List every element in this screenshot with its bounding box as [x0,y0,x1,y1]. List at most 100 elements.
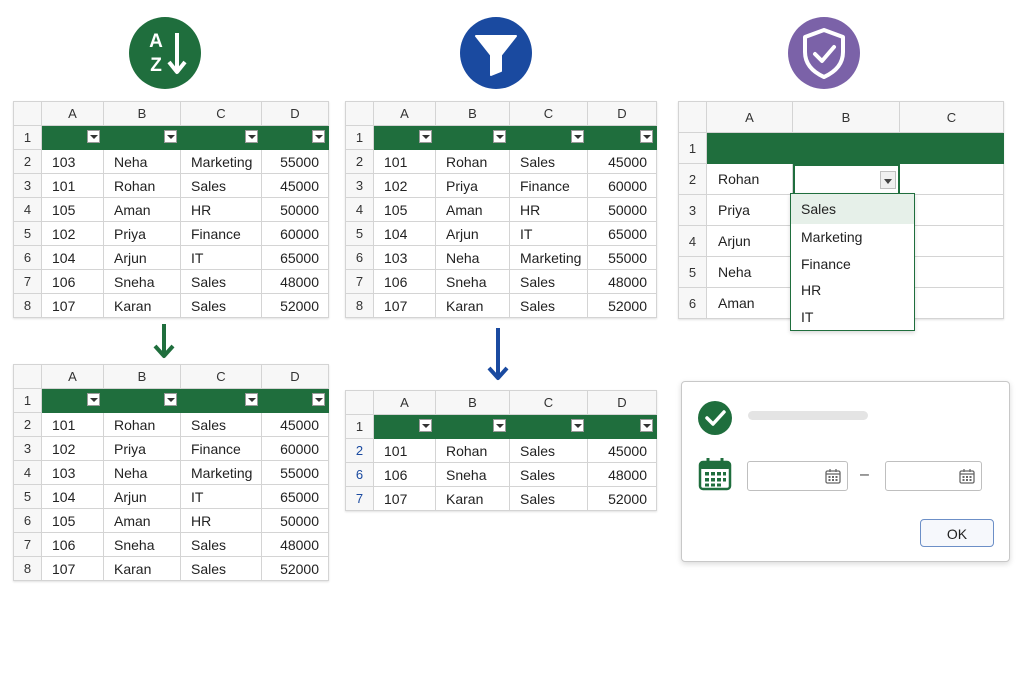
cell-name[interactable]: Karan [103,556,181,581]
cell-department[interactable]: HR [509,197,588,222]
cell-id[interactable]: 101 [373,438,436,463]
cell-salary[interactable]: 52000 [587,486,657,511]
filter-dropdown-button[interactable] [640,419,653,432]
column-header-a[interactable]: A [706,101,793,133]
row-header[interactable]: 4 [13,460,42,485]
cell-salary[interactable]: 45000 [587,438,657,463]
cell-name[interactable]: Priya [435,173,510,198]
cell-department[interactable]: IT [180,245,262,270]
cell-salary[interactable]: 48000 [261,269,329,294]
column-header-a[interactable]: A [373,390,436,415]
filter-dropdown-button[interactable] [571,419,584,432]
row-header[interactable]: 3 [13,436,42,461]
cell-empty[interactable] [899,163,1004,195]
cell-id[interactable]: 105 [41,197,104,222]
cell-department[interactable]: Sales [180,532,262,557]
row-header[interactable]: 6 [678,287,707,319]
cell-salary[interactable]: 48000 [587,269,657,294]
cell-name[interactable]: Karan [103,293,181,318]
cell-name[interactable]: Karan [435,486,510,511]
header-cell[interactable] [180,125,262,150]
row-header[interactable]: 2 [13,149,42,174]
filter-dropdown-button[interactable] [312,393,325,406]
cell-name[interactable]: Arjun [706,225,793,257]
cell-department[interactable]: Sales [180,173,262,198]
filter-dropdown-button[interactable] [245,393,258,406]
cell-salary[interactable]: 65000 [587,221,657,246]
cell-id[interactable]: 102 [373,173,436,198]
row-header[interactable]: 6 [345,245,374,270]
cell-id[interactable]: 105 [41,508,104,533]
row-header[interactable]: 7 [345,486,374,511]
header-cell[interactable] [103,388,181,413]
cell-id[interactable]: 103 [41,460,104,485]
cell-name[interactable]: Aman [706,287,793,319]
header-cell[interactable] [103,125,181,150]
row-header[interactable]: 4 [13,197,42,222]
row-header[interactable]: 6 [13,245,42,270]
cell-salary[interactable]: 45000 [261,412,329,437]
row-header[interactable]: 1 [13,125,42,150]
cell-name[interactable]: Rohan [706,163,793,195]
column-header-d[interactable]: D [587,390,657,415]
cell-id[interactable]: 101 [41,173,104,198]
cell-department[interactable]: Finance [180,221,262,246]
cell-name[interactable]: Neha [103,460,181,485]
column-header-c[interactable]: C [180,101,262,126]
row-header[interactable]: 6 [345,462,374,487]
cell-department[interactable]: Sales [509,269,588,294]
validation-dropdown-list[interactable]: Sales Marketing Finance HR IT [790,193,915,331]
cell-empty[interactable] [899,225,1004,257]
row-header[interactable]: 8 [13,556,42,581]
cell-id[interactable]: 104 [373,221,436,246]
dropdown-arrow-button[interactable] [880,171,896,189]
cell-name[interactable]: Neha [435,245,510,270]
end-date-input[interactable] [885,461,982,491]
row-header[interactable]: 8 [13,293,42,318]
column-header-c[interactable]: C [180,364,262,389]
row-header[interactable]: 2 [345,149,374,174]
cell-department[interactable]: Marketing [180,460,262,485]
cell-id[interactable]: 106 [41,532,104,557]
row-header[interactable]: 5 [13,484,42,509]
cell-salary[interactable]: 50000 [261,197,329,222]
cell-department[interactable]: Sales [509,293,588,318]
row-header[interactable]: 3 [345,173,374,198]
header-cell[interactable] [41,388,104,413]
cell-name[interactable]: Rohan [435,149,510,174]
filter-dropdown-button[interactable] [419,130,432,143]
cell-salary[interactable]: 50000 [587,197,657,222]
date-picker-icon[interactable] [959,468,975,489]
row-header[interactable]: 7 [345,269,374,294]
cell-id[interactable]: 106 [41,269,104,294]
header-cell[interactable] [792,132,900,164]
cell-empty[interactable] [899,287,1004,319]
cell-name[interactable]: Aman [103,508,181,533]
cell-salary[interactable]: 55000 [261,149,329,174]
cell-department[interactable]: Finance [509,173,588,198]
cell-department[interactable]: Sales [509,462,588,487]
cell-salary[interactable]: 52000 [587,293,657,318]
column-header-a[interactable]: A [41,101,104,126]
cell-salary[interactable]: 52000 [261,556,329,581]
dropdown-option[interactable]: HR [791,277,914,304]
row-header[interactable]: 3 [678,194,707,226]
filter-dropdown-button[interactable] [87,393,100,406]
cell-name[interactable]: Aman [103,197,181,222]
cell-id[interactable]: 105 [373,197,436,222]
cell-name[interactable]: Sneha [103,532,181,557]
cell-name[interactable]: Sneha [435,269,510,294]
header-cell[interactable] [180,388,262,413]
header-cell[interactable] [706,132,793,164]
filter-dropdown-button[interactable] [164,130,177,143]
cell-id[interactable]: 101 [41,412,104,437]
row-header[interactable]: 1 [13,388,42,413]
filter-dropdown-button[interactable] [493,419,506,432]
cell-id[interactable]: 103 [373,245,436,270]
header-cell[interactable] [899,132,1004,164]
cell-department[interactable]: Sales [509,438,588,463]
column-header-b[interactable]: B [435,390,510,415]
cell-name[interactable]: Neha [706,256,793,288]
filter-dropdown-button[interactable] [312,130,325,143]
cell-department[interactable]: Sales [180,412,262,437]
